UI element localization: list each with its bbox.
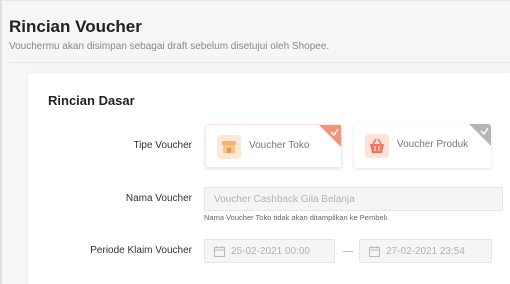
unselected-check-icon (469, 124, 491, 146)
claim-end-value: 27-02-2021 23:54 (386, 245, 465, 257)
calendar-icon (214, 245, 225, 257)
voucher-name-placeholder: Voucher Cashback Gila Belanja (214, 193, 355, 205)
calendar-icon (369, 245, 380, 257)
voucher-type-label: Tipe Voucher (133, 140, 192, 151)
voucher-type-product-label: Voucher Produk (397, 139, 469, 150)
claim-start-date-input[interactable]: 25-02-2021 00:00 (204, 239, 335, 263)
date-range-separator (343, 251, 353, 252)
voucher-name-label: Nama Voucher (125, 193, 192, 204)
voucher-type-shop-option[interactable]: Voucher Toko (205, 124, 342, 168)
shop-icon (217, 135, 241, 159)
header-divider (9, 62, 510, 63)
page-title: Rincian Voucher (9, 17, 142, 36)
basket-icon (365, 134, 389, 158)
page-subtitle: Vouchermu akan disimpan sebagai draft se… (9, 41, 330, 52)
claim-start-value: 25-02-2021 00:00 (231, 245, 310, 257)
window-top-border (0, 0, 510, 1)
voucher-type-product-option[interactable]: Voucher Produk (354, 124, 491, 168)
claim-end-date-input[interactable]: 27-02-2021 23:54 (359, 239, 492, 263)
voucher-name-input[interactable]: Voucher Cashback Gila Belanja (204, 187, 503, 211)
section-title: Rincian Dasar (48, 93, 135, 108)
selected-check-icon (319, 125, 341, 147)
claim-period-label: Periode Klaim Voucher (90, 245, 192, 256)
window-left-border (0, 0, 2, 284)
voucher-type-shop-label: Voucher Toko (249, 140, 310, 151)
voucher-name-hint: Nama Voucher Toko tidak akan ditampilkan… (204, 213, 389, 222)
